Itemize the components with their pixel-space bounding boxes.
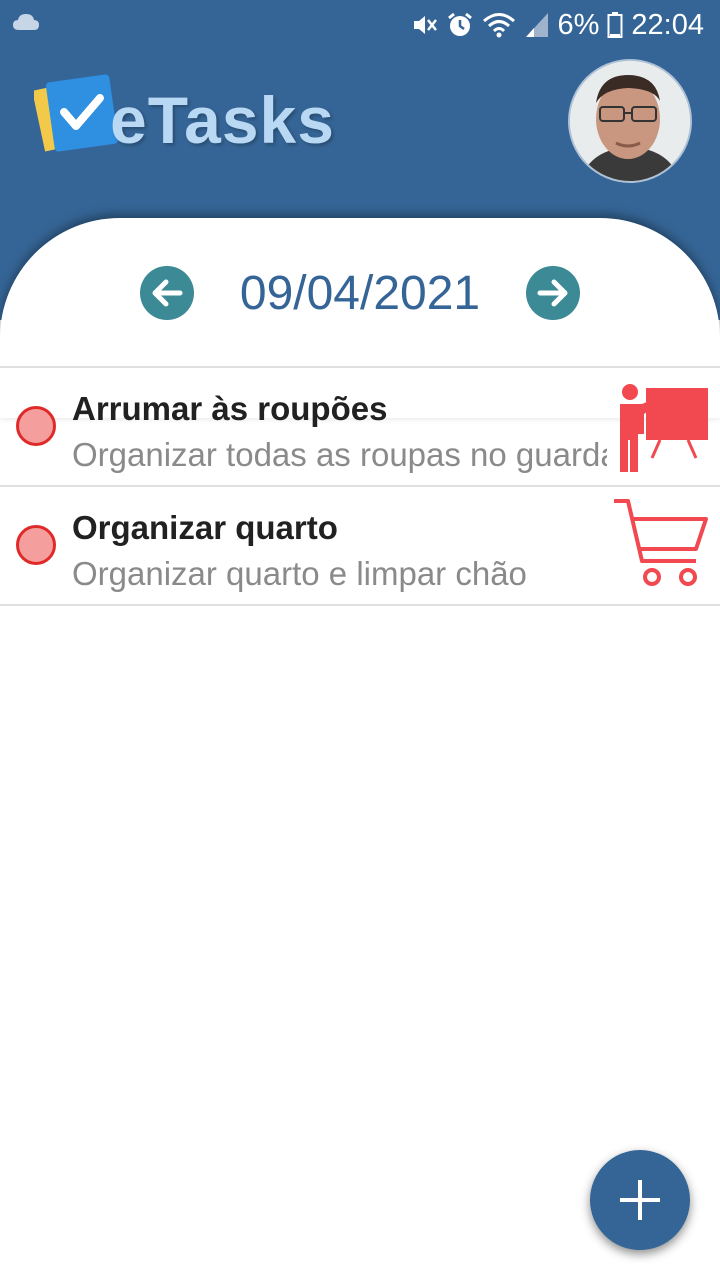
- battery-percent: 6%: [557, 8, 600, 41]
- arrow-left-icon: [152, 279, 183, 307]
- app-name: eTasks: [110, 83, 335, 157]
- task-status-indicator[interactable]: [16, 406, 56, 446]
- wifi-icon: [482, 13, 515, 38]
- task-row[interactable]: Arrumar às roupões Organizar todas as ro…: [0, 366, 720, 485]
- clock: 22:04: [631, 8, 704, 41]
- app-logo: eTasks: [34, 70, 364, 170]
- current-date[interactable]: 09/04/2021: [230, 266, 490, 321]
- add-task-button[interactable]: [590, 1150, 690, 1250]
- task-row[interactable]: Organizar quarto Organizar quarto e limp…: [0, 485, 720, 606]
- previous-day-button[interactable]: [140, 266, 194, 320]
- plus-icon: [620, 1180, 660, 1220]
- user-avatar[interactable]: [570, 61, 690, 181]
- task-title: Arrumar às roupões: [72, 390, 388, 427]
- next-day-button[interactable]: [526, 266, 580, 320]
- task-title: Organizar quarto: [72, 509, 338, 546]
- task-status-indicator[interactable]: [16, 525, 56, 565]
- arrow-right-icon: [537, 279, 568, 307]
- task-description: Organizar todas as roupas no guarda-roup…: [72, 436, 607, 473]
- task-list: Arrumar às roupões Organizar todas as ro…: [0, 366, 720, 606]
- cloud-icon: [13, 14, 39, 30]
- task-description: Organizar quarto e limpar chão: [72, 555, 527, 592]
- alarm-icon: [447, 12, 472, 36]
- date-navigator: 09/04/2021: [0, 265, 720, 321]
- avatar-photo: [570, 61, 690, 181]
- status-icons: 6% 22:04: [410, 8, 704, 42]
- status-bar: 6% 22:04: [0, 0, 720, 50]
- shopping-cart-icon: [614, 499, 708, 586]
- presentation-board-icon: [620, 384, 708, 472]
- signal-icon: [525, 13, 548, 37]
- mute-icon: [413, 16, 437, 34]
- battery-icon: [607, 12, 623, 38]
